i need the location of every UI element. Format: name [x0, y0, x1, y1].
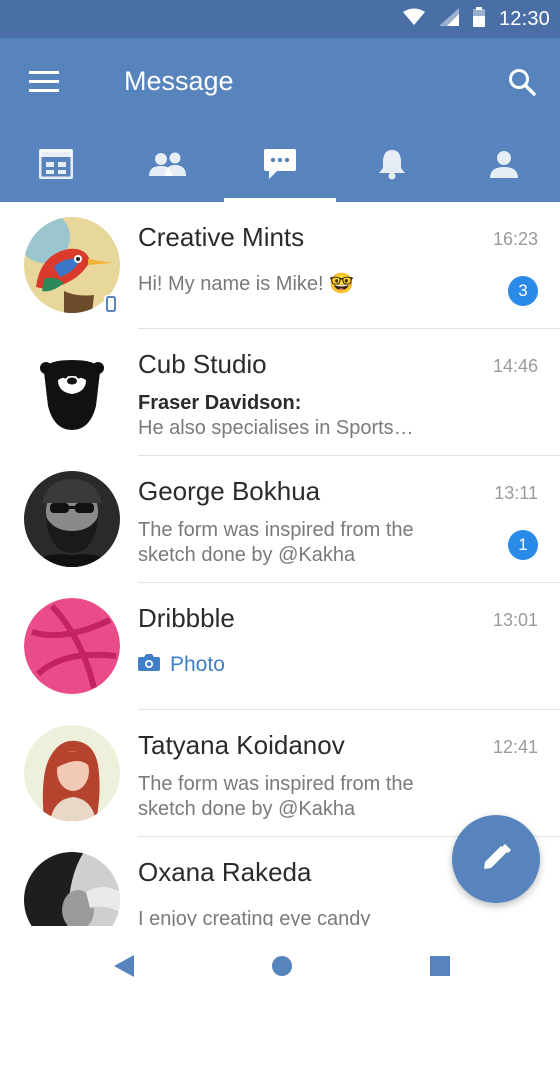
tab-profile[interactable] — [448, 126, 560, 202]
camera-icon — [138, 653, 160, 677]
back-triangle-icon — [114, 954, 134, 982]
tab-notifications[interactable] — [336, 126, 448, 202]
system-navigation-bar — [0, 926, 560, 1004]
conversation-row[interactable]: Cub Studio 14:46 Fraser Davidson: He als… — [0, 329, 560, 456]
wifi-icon — [402, 8, 425, 31]
bell-icon — [377, 148, 407, 180]
conversation-row[interactable]: George Bokhua 13:11 The form was inspire… — [0, 456, 560, 583]
message-time: 13:11 — [494, 483, 538, 503]
message-preview: Fraser Davidson: He also specialises in … — [138, 391, 478, 441]
home-circle-icon — [271, 955, 293, 982]
conversation-row[interactable]: Tatyana Koidanov 12:41 The form was insp… — [0, 710, 560, 837]
tab-bar — [0, 126, 560, 202]
tab-calendar[interactable] — [0, 126, 112, 202]
avatar — [24, 471, 120, 567]
app-bar: Message — [0, 38, 560, 202]
photo-attachment: Photo — [138, 653, 225, 677]
sender-name: Fraser Davidson: — [138, 392, 302, 414]
menu-button[interactable] — [22, 62, 66, 106]
contact-name: Tatyana Koidanov — [138, 730, 345, 760]
conversation-list: Creative Mints 16:23 Hi! My name is Mike… — [0, 202, 560, 926]
battery-icon — [472, 6, 485, 32]
person-icon — [490, 150, 518, 178]
status-time: 12:30 — [498, 7, 550, 30]
page-title: Message — [124, 66, 234, 96]
avatar — [24, 598, 120, 694]
recents-button[interactable] — [420, 950, 460, 986]
unread-badge: 1 — [508, 530, 538, 560]
contact-name: Oxana Rakeda — [138, 857, 312, 887]
calendar-icon — [39, 149, 73, 179]
recents-square-icon — [430, 955, 450, 981]
contact-name: Cub Studio — [138, 349, 267, 379]
mobile-device-icon — [104, 295, 118, 313]
contact-name: Dribbble — [138, 603, 235, 633]
chat-bubble-icon — [263, 147, 297, 181]
contact-name: Creative Mints — [138, 222, 305, 252]
tab-contacts[interactable] — [112, 126, 224, 202]
message-time: 16:23 — [492, 229, 538, 249]
message-preview: The form was inspired from the sketch do… — [138, 773, 414, 820]
hamburger-menu-icon — [29, 70, 59, 98]
message-text: He also specialises in Sports… — [138, 417, 414, 439]
message-time: 13:01 — [492, 610, 538, 630]
home-button[interactable] — [262, 950, 302, 986]
message-time: 14:46 — [492, 356, 538, 376]
avatar — [24, 725, 120, 821]
search-icon — [508, 68, 536, 101]
avatar — [24, 852, 120, 926]
avatar — [24, 344, 120, 440]
back-button[interactable] — [104, 950, 144, 986]
search-button[interactable] — [500, 62, 544, 106]
pencil-icon — [481, 842, 511, 877]
photo-label: Photo — [170, 653, 225, 676]
message-preview: Hi! My name is Mike! 🤓 — [138, 273, 355, 295]
conversation-row[interactable]: Creative Mints 16:23 Hi! My name is Mike… — [0, 202, 560, 329]
unread-badge: 3 — [508, 276, 538, 306]
compose-button[interactable] — [452, 815, 540, 903]
tab-messages[interactable] — [224, 126, 336, 202]
message-preview: The form was inspired from the sketch do… — [138, 519, 414, 566]
contacts-icon — [149, 152, 187, 176]
status-bar: 12:30 — [0, 0, 560, 38]
message-time: 12:41 — [492, 737, 538, 757]
contact-name: George Bokhua — [138, 476, 321, 506]
message-preview: I enjoy creating eye candy — [138, 908, 371, 926]
cellular-signal-icon — [438, 7, 459, 31]
conversation-row[interactable]: Dribbble 13:01 Photo — [0, 583, 560, 710]
